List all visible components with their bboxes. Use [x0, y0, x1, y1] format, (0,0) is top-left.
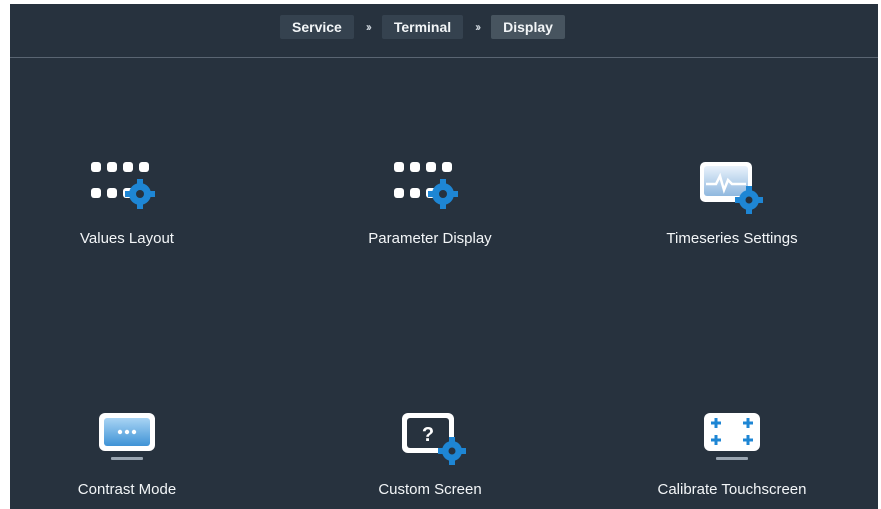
values-layout-tile[interactable]: Values Layout — [10, 152, 247, 272]
parameter-display-tile[interactable]: Parameter Display — [310, 152, 550, 272]
contrast-mode-tile[interactable]: Contrast Mode — [10, 403, 247, 509]
breadcrumb-separator: ›› — [475, 20, 481, 34]
values-layout-label: Values Layout — [80, 230, 174, 247]
custom-screen-tile[interactable]: ? Custom Screen — [310, 403, 550, 509]
timeseries-settings-icon — [692, 156, 772, 216]
breadcrumb-separator: ›› — [365, 20, 372, 34]
header-bar: Service ›› Terminal ›› Display — [10, 4, 878, 58]
calibrate-touchscreen-tile[interactable]: Calibrate Touchscreen — [612, 403, 852, 509]
calibrate-touchscreen-label: Calibrate Touchscreen — [657, 481, 807, 498]
custom-screen-icon: ? — [390, 409, 470, 469]
contrast-mode-label: Contrast Mode — [77, 481, 177, 498]
breadcrumb: Service ›› Terminal ›› Display — [280, 15, 565, 39]
contrast-mode-icon — [95, 409, 159, 465]
calibrate-touchscreen-icon — [700, 409, 764, 465]
parameter-display-label: Parameter Display — [368, 230, 492, 247]
breadcrumb-terminal[interactable]: Terminal — [381, 15, 464, 39]
timeseries-settings-label: Timeseries Settings — [666, 230, 798, 247]
custom-screen-label: Custom Screen — [378, 481, 482, 498]
breadcrumb-display[interactable]: Display — [491, 15, 565, 39]
svg-text:?: ? — [422, 424, 434, 446]
parameter-display-icon — [390, 158, 470, 214]
breadcrumb-service[interactable]: Service — [280, 15, 354, 39]
values-layout-icon — [87, 158, 167, 214]
timeseries-settings-tile[interactable]: Timeseries Settings — [612, 152, 852, 272]
display-settings-screen: Service ›› Terminal ›› Display Values La… — [10, 4, 878, 509]
